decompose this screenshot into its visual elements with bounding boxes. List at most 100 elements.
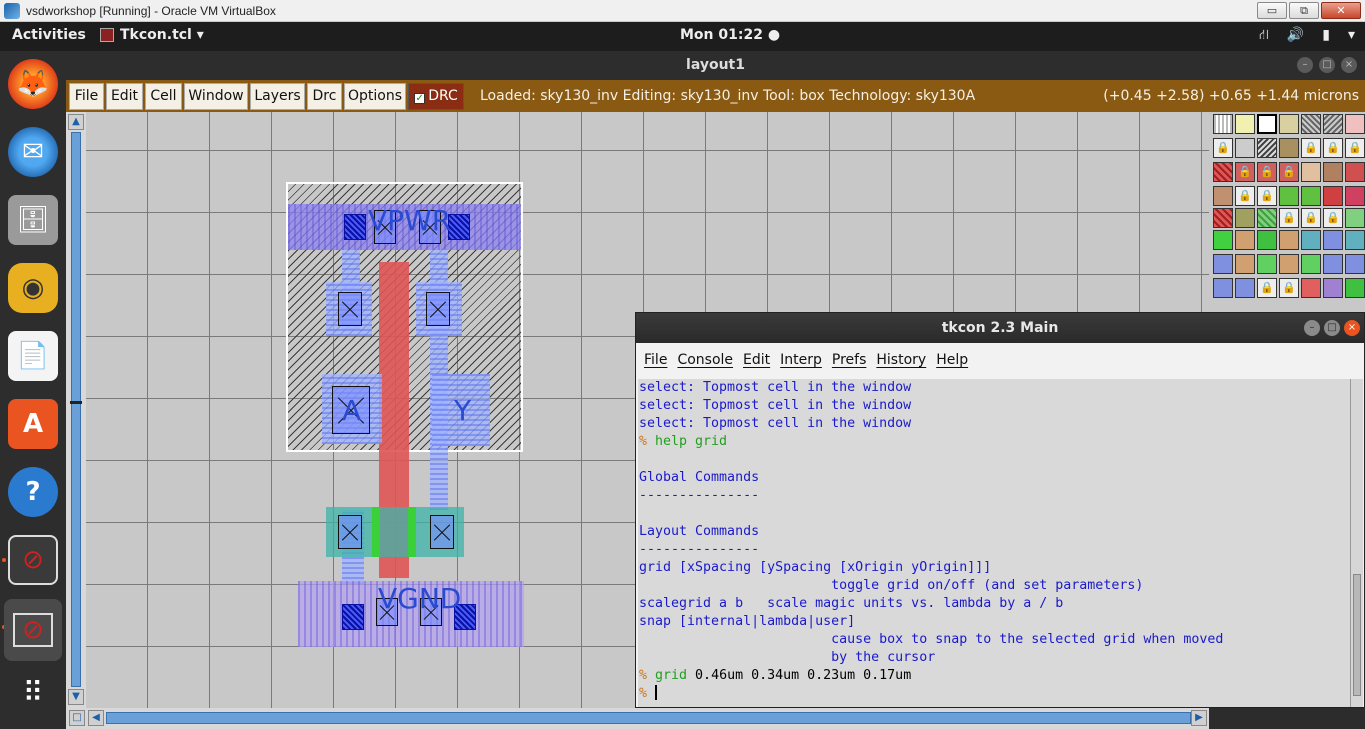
layer-swatch[interactable] <box>1323 230 1343 250</box>
zoom-box-icon[interactable]: □ <box>69 710 85 726</box>
layer-swatch[interactable] <box>1235 114 1255 134</box>
drc-toggle[interactable]: ✓ DRC <box>408 83 464 110</box>
layer-swatch[interactable] <box>1323 254 1343 274</box>
layer-swatch[interactable] <box>1235 208 1255 228</box>
vbox-minimize-button[interactable]: ▭ <box>1257 2 1287 19</box>
menu-layers[interactable]: Layers <box>250 83 305 110</box>
menu-drc[interactable]: Drc <box>307 83 342 110</box>
layer-swatch[interactable] <box>1213 114 1233 134</box>
scroll-down-icon[interactable]: ▼ <box>68 689 84 705</box>
horizontal-scroll-thumb[interactable] <box>106 712 1191 724</box>
tkcon-menu-history[interactable]: History <box>876 343 932 377</box>
menu-window[interactable]: Window <box>184 83 248 110</box>
layer-swatch[interactable] <box>1235 278 1255 298</box>
lock-icon[interactable]: 🔒 <box>1301 208 1321 228</box>
contact[interactable] <box>338 515 362 549</box>
lock-icon[interactable]: 🔒 <box>1213 138 1233 158</box>
layer-swatch[interactable] <box>1345 114 1365 134</box>
layer-swatch[interactable] <box>1345 278 1365 298</box>
layer-swatch[interactable] <box>1257 138 1277 158</box>
vertical-scrollbar[interactable]: ▲ ▼ <box>66 112 86 708</box>
tkcon-scroll-thumb[interactable] <box>1353 574 1361 696</box>
layout-maximize-button[interactable]: □ <box>1319 57 1335 73</box>
tkcon-console-output[interactable]: select: Topmost cell in the window select… <box>638 379 1350 707</box>
layer-swatch[interactable] <box>1301 254 1321 274</box>
via-contact[interactable] <box>344 214 366 240</box>
lock-icon[interactable]: 🔒 <box>1257 186 1277 206</box>
layer-swatch[interactable] <box>1345 254 1365 274</box>
vbox-close-button[interactable]: ✕ <box>1321 2 1361 19</box>
lock-icon[interactable]: 🔒 <box>1279 278 1299 298</box>
firefox-icon[interactable]: 🦊 <box>8 59 58 109</box>
layer-swatch[interactable] <box>1213 230 1233 250</box>
layer-swatch[interactable] <box>1235 254 1255 274</box>
contact[interactable] <box>338 292 362 326</box>
layer-swatch[interactable] <box>1213 208 1233 228</box>
layer-swatch[interactable] <box>1323 278 1343 298</box>
layer-swatch[interactable] <box>1323 186 1343 206</box>
layer-swatch[interactable] <box>1323 162 1343 182</box>
via-contact[interactable] <box>342 604 364 630</box>
rhythmbox-icon[interactable]: ◉ <box>8 263 58 313</box>
lock-icon[interactable]: 🔒 <box>1257 278 1277 298</box>
layer-swatch[interactable] <box>1345 162 1365 182</box>
layer-swatch[interactable] <box>1345 208 1365 228</box>
tkcon-scrollbar[interactable] <box>1350 379 1363 707</box>
menu-file[interactable]: File <box>69 83 104 110</box>
layer-swatch[interactable] <box>1345 230 1365 250</box>
lock-icon[interactable]: 🔒 <box>1279 208 1299 228</box>
tkcon-maximize-button[interactable]: □ <box>1324 320 1340 336</box>
tkcon-minimize-button[interactable]: – <box>1304 320 1320 336</box>
layer-palette[interactable]: 🔒 🔒 🔒 🔒 🔒 🔒 🔒 🔒 🔒 🔒 🔒 🔒 🔒 🔒 <box>1209 112 1365 312</box>
menu-options[interactable]: Options <box>344 83 406 110</box>
layer-swatch[interactable] <box>1323 114 1343 134</box>
layer-swatch[interactable] <box>1301 186 1321 206</box>
lock-icon[interactable]: 🔒 <box>1301 138 1321 158</box>
lock-icon[interactable]: 🔒 <box>1323 208 1343 228</box>
layer-swatch[interactable] <box>1213 254 1233 274</box>
layout-minimize-button[interactable]: – <box>1297 57 1313 73</box>
layer-swatch[interactable] <box>1213 278 1233 298</box>
layer-swatch[interactable] <box>1257 254 1277 274</box>
help-icon[interactable]: ? <box>8 467 58 517</box>
tkcon-menu-file[interactable]: File <box>644 343 673 377</box>
scroll-left-icon[interactable]: ◀ <box>88 710 104 726</box>
horizontal-scrollbar[interactable]: □ ◀ ▶ <box>66 708 1209 729</box>
menu-cell[interactable]: Cell <box>145 83 182 110</box>
app1-icon[interactable]: ⊘ <box>8 535 58 585</box>
layer-swatch[interactable] <box>1301 278 1321 298</box>
lock-icon[interactable]: 🔒 <box>1235 162 1255 182</box>
layer-swatch[interactable] <box>1279 114 1299 134</box>
layer-swatch[interactable] <box>1279 186 1299 206</box>
lock-icon[interactable]: 🔒 <box>1323 138 1343 158</box>
lock-icon[interactable]: 🔒 <box>1279 162 1299 182</box>
activities-button[interactable]: Activities <box>12 27 86 43</box>
via-contact[interactable] <box>448 214 470 240</box>
software-icon[interactable]: A <box>8 399 58 449</box>
layer-swatch[interactable] <box>1257 114 1277 134</box>
layer-swatch[interactable] <box>1279 254 1299 274</box>
vbox-restore-button[interactable]: ⧉ <box>1289 2 1319 19</box>
scroll-right-icon[interactable]: ▶ <box>1191 710 1207 726</box>
layer-swatch[interactable] <box>1213 186 1233 206</box>
tkcon-menu-help[interactable]: Help <box>936 343 974 377</box>
layer-swatch[interactable] <box>1301 162 1321 182</box>
clock[interactable]: Mon 01:22 ● <box>680 27 780 43</box>
layer-swatch[interactable] <box>1257 230 1277 250</box>
contact[interactable] <box>430 515 454 549</box>
layer-swatch[interactable] <box>1345 186 1365 206</box>
contact[interactable] <box>426 292 450 326</box>
tkcon-menu-prefs[interactable]: Prefs <box>832 343 872 377</box>
scroll-up-icon[interactable]: ▲ <box>68 114 84 130</box>
files-icon[interactable]: 🗄 <box>8 195 58 245</box>
layer-swatch[interactable] <box>1301 230 1321 250</box>
layer-swatch[interactable] <box>1235 138 1255 158</box>
layer-swatch[interactable] <box>1257 208 1277 228</box>
app-menu[interactable]: Tkcon.tcl ▾ <box>100 27 204 43</box>
lock-icon[interactable]: 🔒 <box>1345 138 1365 158</box>
layer-swatch[interactable] <box>1279 138 1299 158</box>
app2-active-tile[interactable]: ⊘ <box>4 599 62 661</box>
vertical-scroll-thumb[interactable] <box>71 132 81 687</box>
layer-swatch[interactable] <box>1279 230 1299 250</box>
show-apps-icon[interactable]: ⠿ <box>8 667 58 717</box>
